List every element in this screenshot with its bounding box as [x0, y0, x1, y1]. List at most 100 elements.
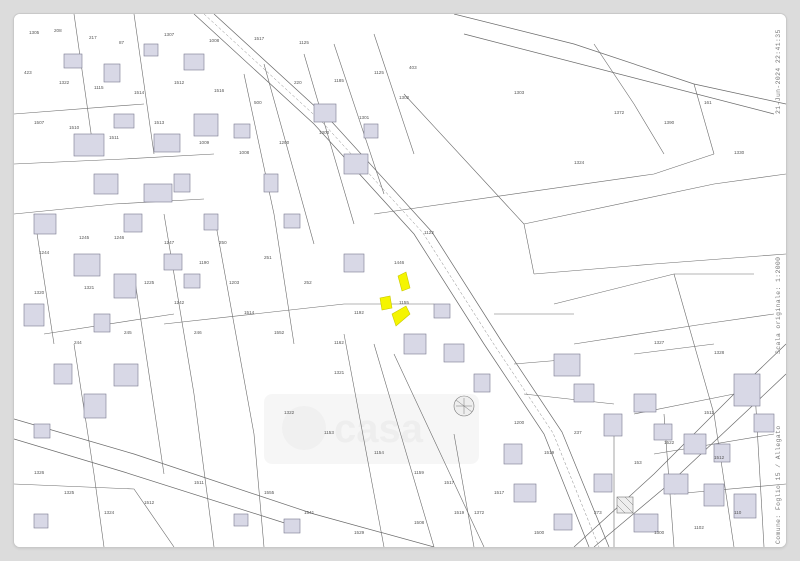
cadastral-map[interactable]: casa 1305 208 217 87 1307 1008 1517 1125… — [14, 14, 786, 547]
parcel-number: 1115 — [94, 85, 104, 90]
parcel-number: 273 — [594, 510, 602, 515]
parcel-number: 1330 — [734, 150, 745, 155]
parcel-number: 1512 — [174, 80, 185, 85]
parcel-number: 1327 — [654, 340, 665, 345]
parcel-number: 500 — [254, 100, 262, 105]
parcel-number: 1302 — [399, 95, 410, 100]
parcel-number: 244 — [74, 340, 82, 345]
parcel-number: 1511 — [704, 410, 714, 415]
scale-label: Scala originale: 1:2000 — [775, 257, 782, 354]
watermark-text: casa — [334, 407, 424, 451]
parcel-number: 1328 — [714, 350, 725, 355]
parcel-number: 1512 — [714, 455, 725, 460]
parcel-number: 245 — [124, 330, 132, 335]
parcel-number: 1519 — [544, 450, 555, 455]
parcel-number: 1519 — [454, 510, 465, 515]
parcel-number: 1102 — [694, 525, 704, 530]
parcel-number: 1321 — [334, 370, 345, 375]
parcel-number: 1322 — [59, 80, 70, 85]
watermark: casa — [264, 394, 479, 464]
map-frame: casa 1305 208 217 87 1307 1008 1517 1125… — [0, 0, 800, 561]
parcel-number: 1500 — [534, 530, 545, 535]
parcel-number: 1155 — [399, 300, 409, 305]
parcel-number: 1322 — [284, 410, 295, 415]
parcel-number: 1159 — [414, 470, 424, 475]
parcel-number: 1307 — [164, 32, 175, 37]
parcel-number: 1555 — [264, 490, 275, 495]
parcel-number: 403 — [409, 65, 417, 70]
parcel-number: 110 — [734, 510, 742, 515]
parcel-number: 1122 — [424, 230, 434, 235]
parcel-number: 250 — [219, 240, 227, 245]
parcel-number: 252 — [304, 280, 312, 285]
highlighted-parcel-middle — [379, 295, 393, 311]
parcel-number: 1009 — [199, 140, 210, 145]
parcel-number: 220 — [294, 80, 302, 85]
parcel-number: 1446 — [394, 260, 405, 265]
parcel-number: 208 — [54, 28, 62, 33]
parcel-number: 1324 — [104, 510, 115, 515]
parcel-number: 1513 — [154, 120, 165, 125]
parcel-number: 1326 — [34, 470, 45, 475]
parcel-number: 1511 — [194, 480, 204, 485]
parcel-number: 237 — [574, 430, 582, 435]
parcel-number: 1517 — [494, 490, 505, 495]
parcel-number: 1522 — [664, 440, 675, 445]
parcel-number: 153 — [634, 460, 642, 465]
parcel-number: 246 — [194, 330, 202, 335]
margin-annotations: 21-Jun-2024 22:41:35 Scala originale: 1:… — [775, 29, 782, 544]
parcel-number: 1203 — [229, 280, 240, 285]
parcel-number: 1512 — [144, 500, 155, 505]
parcel-number: 1245 — [79, 235, 90, 240]
parcel-number: 1162 — [334, 340, 344, 345]
parcel-number: 1514 — [134, 90, 145, 95]
parcel-number: 1507 — [34, 120, 45, 125]
parcel-number: 1246 — [114, 235, 125, 240]
date-stamp: 21-Jun-2024 22:41:35 — [775, 29, 782, 114]
parcel-number: 161 — [704, 100, 712, 105]
parcel-number: 1153 — [324, 430, 334, 435]
parcel-number: 1247 — [164, 240, 175, 245]
parcel-number: 423 — [24, 70, 32, 75]
parcel-number: 1510 — [69, 125, 80, 130]
parcel-number: 1321 — [84, 285, 95, 290]
parcel-number: 1300 — [654, 530, 665, 535]
parcel-number: 87 — [119, 40, 125, 45]
parcel-number: 1125 — [374, 70, 384, 75]
parcel-number: 1514 — [244, 310, 255, 315]
parcel-number: 1154 — [374, 450, 384, 455]
parcel-number: 1325 — [64, 490, 75, 495]
parcel-number: 1372 — [474, 510, 485, 515]
parcel-number: 1303 — [514, 90, 525, 95]
parcel-number: 1372 — [614, 110, 625, 115]
parcel-number: 1301 — [359, 115, 370, 120]
parcel-number: 1185 — [334, 78, 344, 83]
parcel-number: 1390 — [664, 120, 675, 125]
parcel-number: 1244 — [39, 250, 50, 255]
parcel-number: 1192 — [354, 310, 364, 315]
parcel-number: 1305 — [29, 30, 40, 35]
sheet-label: Comune: Foglio 15 / Allegato — [775, 425, 782, 544]
parcel-number: 1552 — [274, 330, 285, 335]
cadastral-map-canvas: casa 1305 2082178713071008 1517112542313… — [14, 14, 786, 547]
parcel-number: 1200 — [514, 420, 525, 425]
parcel-number: 1324 — [574, 160, 585, 165]
parcel-number: 1529 — [354, 530, 365, 535]
parcel-number: 217 — [89, 35, 97, 40]
parcel-number: 1508 — [414, 520, 425, 525]
parcel-number: 1008 — [239, 150, 250, 155]
parcel-number: 1320 — [34, 290, 45, 295]
parcel-number: 1008 — [209, 38, 220, 43]
parcel-number: 1511 — [109, 135, 119, 140]
parcel-number: 1517 — [254, 36, 265, 41]
parcel-number: 1242 — [174, 300, 185, 305]
parcel-number: 1300 — [319, 130, 330, 135]
parcel-number: 1225 — [144, 280, 155, 285]
parcel-number: 1125 — [299, 40, 309, 45]
parcel-number: 1541 — [304, 510, 315, 515]
parcel-number: 1516 — [214, 88, 225, 93]
parcel-number: 251 — [264, 255, 272, 260]
parcel-number: 1190 — [199, 260, 209, 265]
parcel-number: 1517 — [444, 480, 455, 485]
parcel-number: 1200 — [279, 140, 290, 145]
